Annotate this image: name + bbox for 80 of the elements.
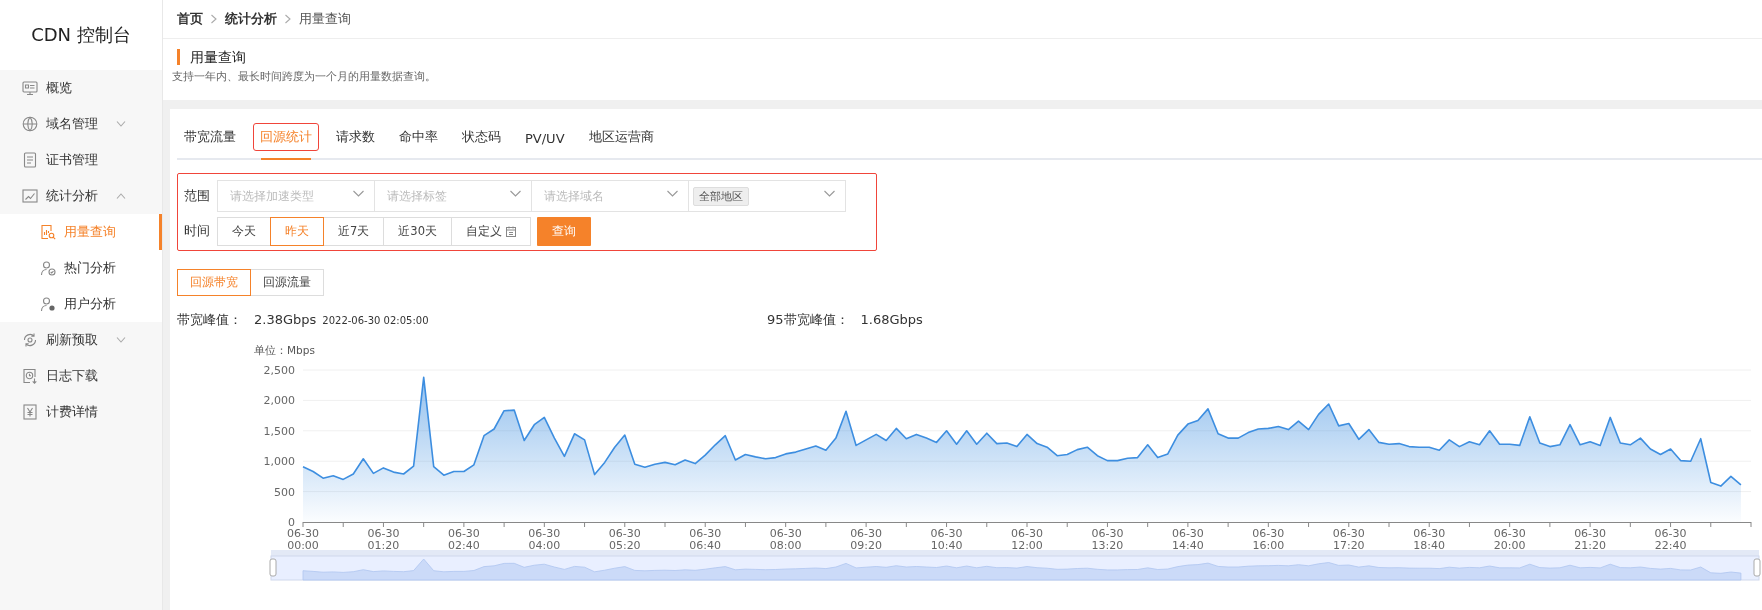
slider-handle[interactable] <box>269 558 277 577</box>
refresh-icon <box>22 332 38 348</box>
menu-item[interactable]: 统计分析 <box>0 178 162 214</box>
time-range-button[interactable]: 近30天 <box>383 217 452 246</box>
breadcrumb-item[interactable]: 首页 <box>177 10 203 28</box>
globe-icon <box>22 116 38 132</box>
stat-value: 1.68Gbps <box>860 312 923 327</box>
tab[interactable]: 地区运营商 <box>581 123 661 151</box>
chevron-down-icon <box>510 190 521 197</box>
stat-value: 2.38Gbps <box>254 312 317 327</box>
time-range-button[interactable]: 今天 <box>217 217 271 246</box>
monitor-icon <box>22 80 38 96</box>
filter-label: 范围 <box>184 187 211 205</box>
y-axis-label: 2,500 <box>263 364 295 377</box>
x-axis-label: 06-30 20:00 <box>1493 527 1526 552</box>
x-axis-label: 06-30 16:00 <box>1252 527 1285 552</box>
breadcrumb-item: 用量查询 <box>299 10 351 28</box>
menu-item[interactable]: 证书管理 <box>0 142 162 178</box>
chevron-down-icon <box>353 190 364 197</box>
x-axis-label: 06-30 22:40 <box>1654 527 1687 552</box>
x-axis-label: 06-30 06:40 <box>689 527 722 552</box>
breadcrumb-item[interactable]: 统计分析 <box>225 10 277 28</box>
x-axis-label: 06-30 21:20 <box>1574 527 1607 552</box>
yen-icon <box>22 404 38 420</box>
x-axis-label: 06-30 17:20 <box>1332 527 1365 552</box>
report-search-icon <box>40 224 56 240</box>
time-range-button[interactable]: 自定义 <box>450 217 531 246</box>
document-icon <box>22 152 38 168</box>
page-title: 用量查询 <box>177 49 1748 65</box>
chevron-right-icon <box>211 14 217 24</box>
tab[interactable]: 带宽流量 <box>177 123 243 151</box>
chart-icon <box>22 188 38 204</box>
range-slider[interactable] <box>270 550 1760 581</box>
user-check-icon <box>40 260 56 276</box>
clock-download-icon <box>22 368 38 384</box>
x-axis-label: 06-30 05:20 <box>608 527 641 552</box>
chevron-right-icon <box>285 14 291 24</box>
y-axis-label: 500 <box>274 485 295 499</box>
y-axis-label: 2,000 <box>263 394 295 408</box>
page-description: 支持一年内、最长时间跨度为一个月的用量数据查询。 <box>172 70 437 84</box>
tab[interactable]: 状态码 <box>455 123 508 151</box>
tab[interactable]: 请求数 <box>329 123 382 151</box>
y-axis-label: 1,000 <box>263 455 295 469</box>
x-axis-label: 06-30 09:20 <box>850 527 883 552</box>
tab[interactable]: 命中率 <box>392 123 445 151</box>
app-title: CDN 控制台 <box>0 0 162 70</box>
user-icon <box>40 296 56 312</box>
menu-item[interactable]: 概览 <box>0 70 162 106</box>
x-axis-label: 06-30 02:40 <box>447 527 480 552</box>
menu-item[interactable]: 日志下载 <box>0 358 162 394</box>
menu-item[interactable]: 计费详情 <box>0 394 162 430</box>
peak-time: 2022-06-30 02:05:00 <box>322 315 429 326</box>
x-axis-label: 06-30 00:00 <box>287 527 319 552</box>
x-axis-label: 06-30 01:20 <box>367 527 400 552</box>
chevron-down-icon <box>824 190 835 197</box>
filter-label: 时间 <box>184 223 211 240</box>
select-field[interactable]: 全部地区 <box>688 180 846 212</box>
chevron-down-icon <box>667 190 678 197</box>
menu-item[interactable]: 域名管理 <box>0 106 162 142</box>
x-axis-label: 06-30 08:00 <box>769 527 802 552</box>
stat-label: 95带宽峰值： <box>767 311 849 329</box>
active-tab-indicator <box>261 158 311 160</box>
submenu-item[interactable]: 用户分析 <box>0 286 162 322</box>
tab[interactable]: PV/UV <box>518 126 572 151</box>
metric-toggle-button[interactable]: 回源流量 <box>250 269 324 296</box>
submenu-item[interactable]: 热门分析 <box>0 250 162 286</box>
x-axis-label: 06-30 04:00 <box>528 527 561 552</box>
slider-handle[interactable] <box>1753 558 1761 577</box>
x-axis-label: 06-30 18:40 <box>1413 527 1446 552</box>
stat-label: 带宽峰值： <box>177 311 242 329</box>
x-axis-label: 06-30 13:20 <box>1091 527 1124 552</box>
axis-unit-label: 单位：Mbps <box>254 344 315 356</box>
x-axis-label: 06-30 14:40 <box>1171 527 1204 552</box>
time-range-button[interactable]: 近7天 <box>323 217 385 246</box>
region-tag: 全部地区 <box>693 186 749 206</box>
menu-item[interactable]: 刷新预取 <box>0 322 162 358</box>
y-axis-label: 1,500 <box>263 424 295 438</box>
x-axis-label: 06-30 12:00 <box>1011 527 1043 552</box>
y-axis-label: 0 <box>288 516 295 529</box>
x-axis-label: 06-30 10:40 <box>930 527 963 552</box>
